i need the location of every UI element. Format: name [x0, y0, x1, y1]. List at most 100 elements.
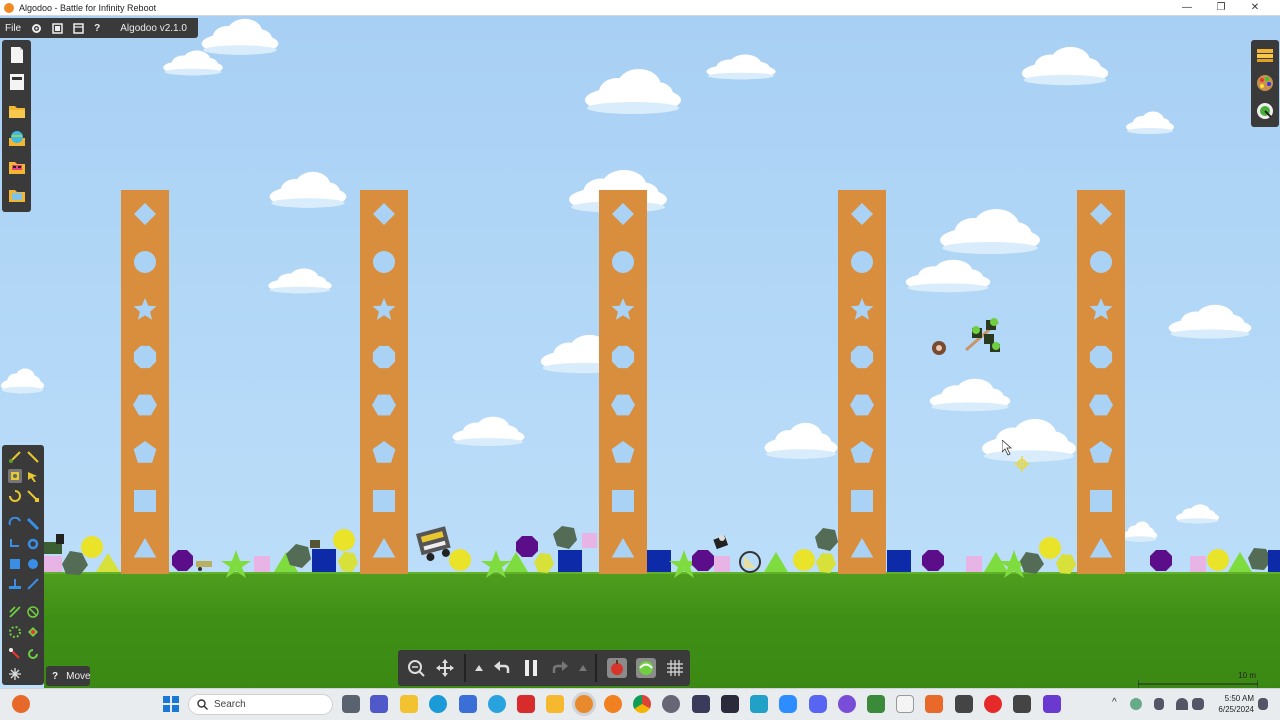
algodoo-taskbar-icon[interactable] — [575, 695, 593, 713]
settings-icon[interactable] — [662, 695, 680, 713]
gravity-toggle[interactable] — [603, 654, 630, 682]
pillar-hole-square — [851, 490, 873, 512]
tray-app-icon[interactable] — [1130, 698, 1142, 710]
wifi-icon[interactable] — [1176, 698, 1188, 710]
pillar-hole-circle — [612, 251, 634, 273]
sketch-tool-icon[interactable] — [8, 450, 22, 464]
discord-icon[interactable] — [809, 695, 827, 713]
maximize-button[interactable]: ❐ — [1204, 0, 1238, 16]
app-icon[interactable] — [838, 695, 856, 713]
file-explorer-icon[interactable] — [400, 695, 418, 713]
close-button[interactable]: ✕ — [1238, 0, 1272, 16]
task-view-icon[interactable] — [342, 695, 360, 713]
hinge-tool-icon[interactable] — [26, 605, 40, 619]
spring-tool-icon[interactable] — [26, 577, 40, 591]
fullscreen-button[interactable] — [68, 18, 89, 38]
palette-icon[interactable] — [1256, 74, 1274, 92]
move-tool-icon[interactable] — [8, 469, 22, 483]
gravity-icon — [606, 658, 627, 678]
undo-button[interactable] — [488, 654, 515, 682]
roblox-icon[interactable] — [721, 695, 739, 713]
app-icon[interactable] — [750, 695, 768, 713]
open-folder-icon[interactable] — [8, 102, 26, 120]
edge-icon[interactable] — [429, 695, 447, 713]
help-button[interactable]: ? — [89, 18, 105, 38]
redo-button[interactable] — [546, 654, 573, 682]
blender-icon[interactable] — [604, 695, 622, 713]
chain-tool-icon[interactable] — [8, 537, 22, 551]
plane-tool-icon[interactable] — [8, 577, 22, 591]
pillar-hole-hexagon — [850, 394, 874, 416]
window-icon — [52, 22, 63, 34]
recording-app-icon[interactable] — [12, 695, 30, 713]
app-icon[interactable] — [488, 695, 506, 713]
pan-button[interactable] — [431, 654, 458, 682]
zoom-icon[interactable] — [779, 695, 797, 713]
teams-icon[interactable] — [370, 695, 388, 713]
app-icon[interactable] — [925, 695, 943, 713]
circle-tool-icon[interactable] — [26, 557, 40, 571]
simulation-canvas[interactable]: 10 m — [0, 16, 1280, 688]
microphone-icon[interactable] — [1154, 698, 1164, 710]
pillar-hole-pentagon — [372, 441, 396, 463]
notification-icon[interactable] — [1258, 698, 1268, 710]
rotate-tool-icon[interactable] — [8, 489, 22, 503]
start-windows-icon[interactable] — [162, 695, 180, 713]
opera-icon[interactable] — [984, 695, 1002, 713]
app-icon[interactable] — [1013, 695, 1031, 713]
pillar-hole-diamond — [1090, 203, 1112, 225]
taskbar-clock[interactable]: 5:50 AM 6/25/2024 — [1218, 693, 1254, 715]
volume-icon[interactable] — [1192, 698, 1204, 710]
store-icon[interactable] — [459, 695, 477, 713]
app-icon[interactable] — [867, 695, 885, 713]
thruster-tool-icon[interactable] — [8, 625, 22, 639]
taskbar-search[interactable]: Search — [188, 694, 333, 715]
scale-tool-icon[interactable] — [26, 489, 40, 503]
pillar-hole-octagon — [611, 345, 635, 369]
visualization-icon[interactable] — [1256, 102, 1274, 120]
gear-tool-icon[interactable] — [26, 537, 40, 551]
notepad-icon[interactable] — [896, 695, 914, 713]
save-folder-icon[interactable] — [8, 186, 26, 204]
pillar-hole-diamond — [134, 203, 156, 225]
pillar-hole-diamond — [851, 203, 873, 225]
tools-toolbar — [2, 445, 44, 685]
app-icon[interactable] — [692, 695, 710, 713]
speed-down-button[interactable] — [472, 654, 486, 682]
settings-button[interactable] — [26, 18, 47, 38]
reset-tool-icon[interactable] — [26, 647, 40, 661]
chrome-icon[interactable] — [633, 695, 651, 713]
brush-tool-icon[interactable] — [26, 450, 40, 464]
scene-folder-icon[interactable] — [8, 158, 26, 176]
app-icon[interactable] — [955, 695, 973, 713]
pen-tool-icon[interactable] — [8, 647, 22, 661]
spark-tool-icon[interactable] — [8, 667, 22, 681]
box-tool-icon[interactable] — [8, 557, 22, 571]
algobox-icon[interactable] — [8, 130, 26, 148]
top-toolbar: File ? Algodoo v2.1.0 — [0, 18, 198, 38]
app-icon[interactable] — [517, 695, 535, 713]
tracer-tool-icon[interactable] — [8, 517, 22, 531]
air-friction-toggle[interactable] — [633, 654, 660, 682]
new-scene-icon[interactable] — [8, 46, 26, 64]
grid-toggle[interactable] — [662, 654, 689, 682]
pause-button[interactable] — [517, 654, 544, 682]
zoom-button[interactable] — [402, 654, 429, 682]
drag-tool-icon[interactable] — [26, 469, 40, 483]
layers-icon[interactable] — [1256, 46, 1274, 64]
file-menu[interactable]: File — [0, 18, 26, 38]
tray-chevron-icon[interactable]: ^ — [1112, 697, 1117, 708]
windows-taskbar: Search ^ 5:50 AM 6/25/2024 — [0, 688, 1280, 720]
fixate-tool-icon[interactable] — [8, 605, 22, 619]
tool-help-icon[interactable]: ? — [52, 671, 58, 682]
notes-icon[interactable] — [546, 695, 564, 713]
speed-up-button[interactable] — [576, 654, 590, 682]
app-icon[interactable] — [1043, 695, 1061, 713]
knife-tool-icon[interactable] — [26, 517, 40, 531]
move-gizmo-icon[interactable] — [1014, 456, 1030, 472]
new-scene-alt-icon[interactable] — [8, 73, 26, 91]
speed-up-icon — [578, 665, 587, 671]
minimize-button[interactable]: — — [1170, 0, 1204, 16]
window-mode-button[interactable] — [47, 18, 68, 38]
laser-tool-icon[interactable] — [26, 625, 40, 639]
